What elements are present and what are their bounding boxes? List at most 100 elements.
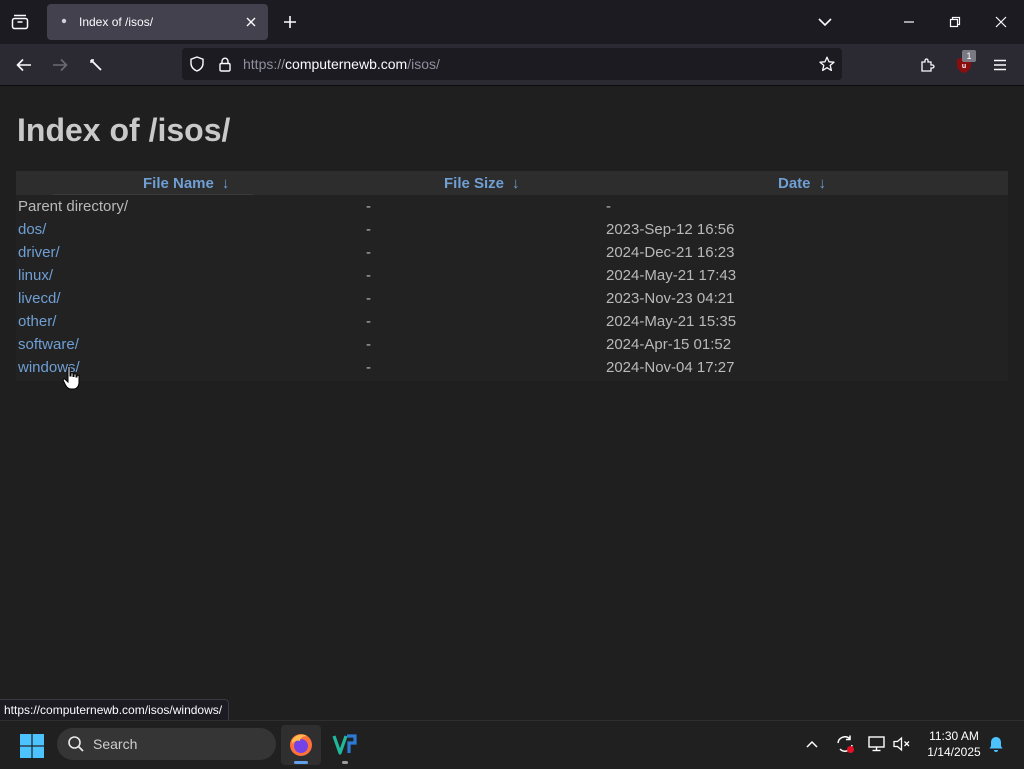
parent-directory-link[interactable]: Parent directory/	[18, 198, 128, 215]
column-header-label: File Size	[444, 175, 505, 192]
close-window-button[interactable]	[987, 8, 1015, 36]
page-content: Index of /isos/ File Name ↓ File Size ↓ Da…	[0, 86, 1024, 720]
file-size-cell: -	[366, 290, 371, 307]
volume-button[interactable]	[891, 733, 913, 755]
table-row: windows/ - 2024-Nov-04 17:27	[16, 357, 1008, 380]
file-link-linux[interactable]: linux/	[18, 267, 53, 284]
column-header-file-name[interactable]: File Name ↓	[143, 175, 229, 192]
date-cell: 2024-May-21 17:43	[606, 267, 737, 284]
file-link-dos[interactable]: dos/	[18, 221, 46, 238]
show-hidden-icons-button[interactable]	[801, 733, 823, 755]
speaker-muted-icon	[893, 736, 910, 752]
tab-strip: Index of /isos/	[0, 0, 1024, 44]
new-tab-button[interactable]	[279, 11, 301, 33]
date-cell: 2023-Nov-23 04:21	[606, 290, 735, 307]
date-cell: 2024-Dec-21 16:23	[606, 244, 735, 261]
file-size-cell: -	[366, 198, 371, 215]
sync-status-button[interactable]	[834, 733, 856, 755]
search-icon	[68, 736, 84, 752]
minimize-icon	[904, 21, 914, 23]
taskbar-clock[interactable]: 11:30 AM 1/14/2025	[918, 728, 990, 760]
active-app-indicator	[294, 761, 308, 764]
firefox-icon	[290, 734, 312, 756]
date-cell: 2024-Apr-15 01:52	[606, 336, 732, 353]
close-icon	[995, 16, 1007, 28]
url-path: /isos/	[407, 56, 440, 72]
svg-text:u: u	[962, 63, 966, 70]
tab-active[interactable]: Index of /isos/	[47, 4, 268, 40]
file-link-software[interactable]: software/	[18, 336, 79, 353]
reload-button[interactable]	[83, 52, 109, 78]
file-link-other[interactable]: other/	[18, 313, 56, 330]
table-row: dos/ - 2023-Sep-12 16:56	[16, 219, 1008, 242]
table-row: Parent directory/ - -	[16, 196, 1008, 219]
sort-arrow-icon: ↓	[818, 175, 827, 192]
table-row: driver/ - 2024-Dec-21 16:23	[16, 242, 1008, 265]
extensions-button[interactable]	[915, 52, 941, 78]
network-monitor-icon	[868, 736, 885, 752]
file-size-cell: -	[366, 221, 371, 238]
hand-cursor-icon	[62, 365, 80, 390]
chevron-up-icon	[806, 740, 818, 748]
shield-icon[interactable]	[188, 55, 206, 73]
file-size-cell: -	[366, 313, 371, 330]
arrow-right-icon	[53, 58, 68, 72]
minimize-button[interactable]	[895, 8, 923, 36]
status-link-preview: https://computernewb.com/isos/windows/	[0, 699, 230, 721]
file-size-cell: -	[366, 244, 371, 261]
url-text[interactable]: https://computernewb.com/isos/	[243, 56, 440, 72]
sort-arrow-icon: ↓	[221, 175, 230, 192]
back-button[interactable]	[11, 52, 37, 78]
app-icon	[332, 734, 357, 755]
column-header-date[interactable]: Date ↓	[778, 175, 826, 192]
taskbar-search-box[interactable]: Search	[57, 728, 276, 760]
clock-time: 11:30 AM	[929, 729, 979, 743]
table-row: software/ - 2024-Apr-15 01:52	[16, 334, 1008, 357]
date-cell: -	[606, 198, 611, 215]
file-link-livecd[interactable]: livecd/	[18, 290, 61, 307]
url-scheme: https://	[243, 56, 286, 72]
hamburger-menu-icon	[994, 59, 1006, 71]
column-header-label: Date	[778, 175, 811, 192]
page-title: Index of /isos/	[17, 112, 231, 148]
navigation-toolbar: https://computernewb.com/isos/ u	[0, 44, 1024, 86]
bell-icon	[989, 737, 1003, 752]
sort-arrow-icon: ↓	[512, 175, 520, 192]
favicon-icon	[61, 18, 67, 24]
file-link-driver[interactable]: driver/	[18, 244, 60, 261]
network-button[interactable]	[866, 733, 888, 755]
taskbar-app-button[interactable]	[325, 725, 365, 765]
header-divider	[53, 194, 253, 195]
app-menu-button[interactable]	[987, 52, 1013, 78]
puzzle-icon	[921, 58, 935, 72]
tab-close-icon[interactable]	[242, 13, 260, 31]
date-cell: 2023-Sep-12 16:56	[606, 221, 735, 238]
taskbar-firefox-button[interactable]	[281, 725, 321, 765]
lock-icon[interactable]	[216, 55, 234, 73]
list-all-tabs-button[interactable]	[814, 11, 836, 33]
file-size-cell: -	[366, 359, 371, 376]
table-row: other/ - 2024-May-21 15:35	[16, 311, 1008, 334]
clock-date: 1/14/2025	[927, 745, 981, 759]
chevron-down-icon	[818, 18, 832, 27]
directory-listing-table: File Name ↓ File Size ↓ Date ↓ Parent direc…	[16, 171, 1008, 381]
url-bar[interactable]: https://computernewb.com/isos/	[182, 48, 842, 80]
restore-button[interactable]	[941, 8, 969, 36]
table-row: livecd/ - 2023-Nov-23 04:21	[16, 288, 1008, 311]
loading-icon	[90, 59, 102, 71]
windows-taskbar: Search 11:30 AM 1/14/2025	[0, 720, 1024, 769]
search-placeholder: Search	[93, 736, 138, 752]
url-host: computernewb.com	[285, 56, 408, 72]
plus-icon	[284, 16, 296, 28]
file-size-cell: -	[366, 267, 371, 284]
tab-list-icon[interactable]	[8, 10, 32, 34]
restore-icon	[949, 16, 961, 28]
forward-button[interactable]	[47, 52, 73, 78]
date-cell: 2024-May-21 15:35	[606, 313, 737, 330]
table-row: linux/ - 2024-May-21 17:43	[16, 265, 1008, 288]
notifications-button[interactable]	[985, 733, 1007, 755]
column-header-file-size[interactable]: File Size ↓	[444, 175, 520, 192]
bookmark-star-icon[interactable]	[818, 55, 836, 73]
windows-start-icon[interactable]	[19, 733, 45, 759]
table-header: File Name ↓ File Size ↓ Date ↓	[16, 171, 1008, 195]
